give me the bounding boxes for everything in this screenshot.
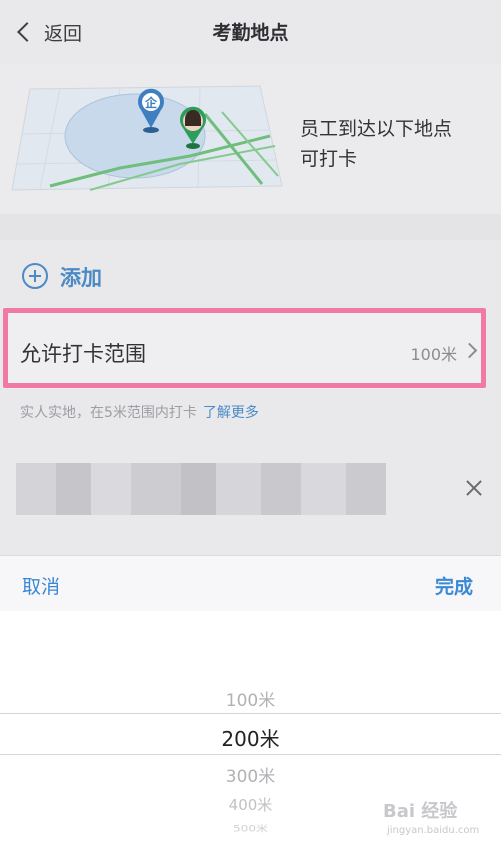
done-button[interactable]: 完成 bbox=[435, 572, 473, 599]
picker-selection-line-bottom bbox=[0, 754, 501, 755]
watermark-main: Bai 经验 bbox=[383, 801, 458, 822]
watermark: Bai 经验 jingyan.baidu.com bbox=[383, 797, 493, 841]
page-title: 考勤地点 bbox=[212, 22, 289, 44]
hint-text: 实人实地，在5米范围内打卡 了解更多 bbox=[20, 402, 259, 422]
section-divider bbox=[0, 214, 501, 240]
picker-toolbar bbox=[0, 555, 501, 611]
learn-more-link[interactable]: 了解更多 bbox=[203, 405, 259, 421]
range-value: 100米 bbox=[410, 345, 457, 364]
cancel-button[interactable]: 取消 bbox=[22, 572, 60, 599]
nav-bar: 返回 考勤地点 bbox=[0, 0, 501, 64]
banner-text-line2: 可打卡 bbox=[300, 148, 358, 170]
close-icon[interactable] bbox=[464, 478, 484, 498]
blurred-card bbox=[16, 463, 386, 515]
picker-selection-line-top bbox=[0, 713, 501, 714]
range-label: 允许打卡范围 bbox=[20, 342, 146, 366]
banner-text: 员工到达以下地点 可打卡 bbox=[300, 114, 480, 174]
hint-body: 实人实地，在5米范围内打卡 bbox=[20, 405, 197, 421]
banner-text-line1: 员工到达以下地点 bbox=[300, 118, 453, 140]
map-banner: 企 员工到达以下地点 可打卡 bbox=[0, 64, 501, 214]
picker-option[interactable]: 300米 bbox=[0, 762, 501, 787]
picker-option[interactable]: 100米 bbox=[0, 686, 501, 711]
watermark-sub: jingyan.baidu.com bbox=[387, 825, 480, 836]
company-marker-label: 企 bbox=[144, 95, 158, 110]
add-location-label[interactable]: 添加 bbox=[60, 262, 102, 292]
picker-option-selected[interactable]: 200米 bbox=[0, 723, 501, 752]
plus-circle-icon bbox=[22, 263, 48, 289]
